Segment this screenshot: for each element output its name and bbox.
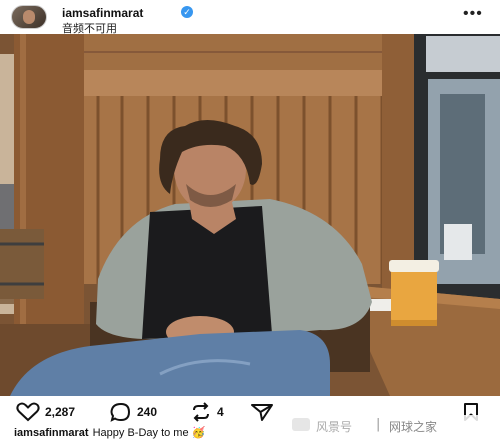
- watermark-logo-icon: [292, 418, 310, 431]
- verified-badge-icon: ✓: [181, 6, 193, 18]
- post-header: iamsafinmarat ✓ 音频不可用 •••: [0, 0, 500, 35]
- like-count: 2,287: [45, 405, 76, 419]
- repost-count: 4: [217, 405, 224, 419]
- comment-button[interactable]: 240: [110, 402, 157, 422]
- watermark-separator: |: [376, 417, 381, 432]
- share-icon: [251, 404, 273, 421]
- caption-username[interactable]: iamsafinmarat: [14, 427, 89, 439]
- comment-count: 240: [137, 405, 158, 419]
- more-icon[interactable]: •••: [463, 6, 483, 22]
- caption-text: Happy B-Day to me: [92, 427, 189, 439]
- repost-button[interactable]: 4: [190, 402, 224, 422]
- repost-icon: [193, 402, 209, 422]
- post-photo: [0, 34, 500, 396]
- heart-icon: [16, 402, 40, 422]
- like-button[interactable]: 2,287: [16, 402, 75, 422]
- share-button[interactable]: [250, 402, 274, 422]
- avatar[interactable]: [11, 5, 47, 29]
- comment-icon: [110, 402, 131, 422]
- watermark: 风景号 | 网球之家: [286, 415, 496, 435]
- watermark-right: 网球之家: [389, 420, 438, 434]
- post-username[interactable]: iamsafinmarat: [62, 6, 143, 20]
- post-caption: iamsafinmarat Happy B-Day to me 🥳: [14, 426, 205, 439]
- party-emoji: 🥳: [191, 427, 206, 439]
- watermark-left: 风景号: [316, 420, 353, 434]
